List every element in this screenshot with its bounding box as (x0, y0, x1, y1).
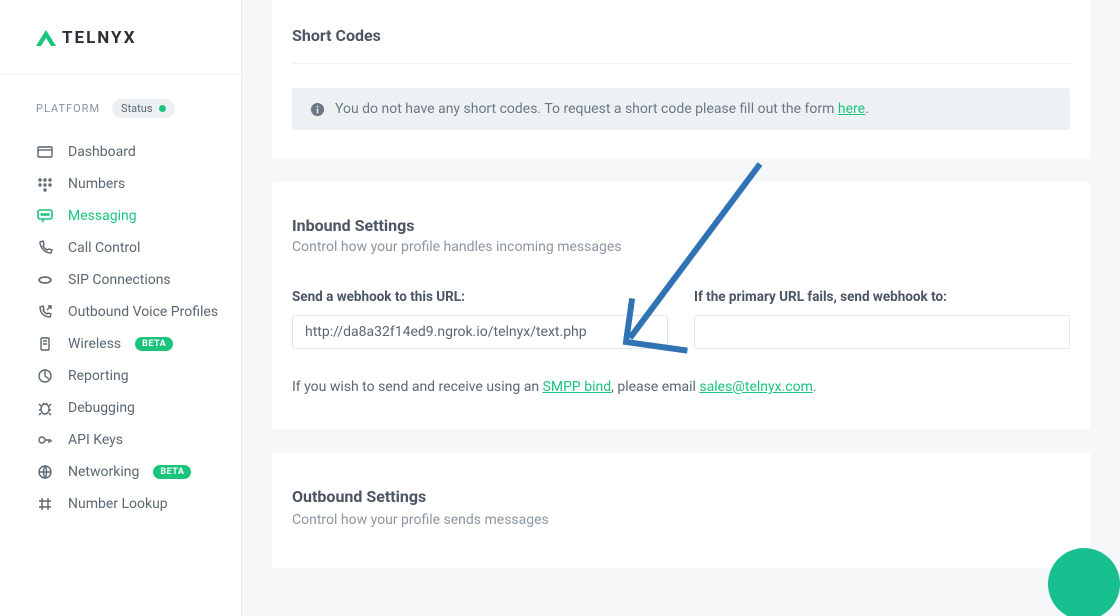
sidebar-item-label: API Keys (68, 432, 123, 448)
debugging-icon (36, 400, 54, 416)
beta-badge: BETA (135, 337, 173, 351)
smpp-prefix: If you wish to send and receive using an (292, 379, 543, 395)
webhook-primary-col: Send a webhook to this URL: (292, 289, 668, 349)
webhook-failover-col: If the primary URL fails, send webhook t… (694, 289, 1070, 349)
sidebar: TELNYX PLATFORM Status Dashboard Numbers… (0, 0, 242, 616)
reporting-icon (36, 368, 54, 384)
sidebar-item-sip-connections[interactable]: SIP Connections (0, 264, 241, 296)
sidebar-item-label: Dashboard (68, 144, 136, 160)
status-label: Status (121, 102, 152, 115)
failover-label: If the primary URL fails, send webhook t… (694, 289, 1070, 305)
sidebar-item-outbound-voice[interactable]: Outbound Voice Profiles (0, 296, 241, 328)
sidebar-item-dashboard[interactable]: Dashboard (0, 136, 241, 168)
brand-logo[interactable]: TELNYX (36, 28, 241, 48)
brand-name: TELNYX (62, 28, 136, 48)
sidebar-item-label: Numbers (68, 176, 125, 192)
sidebar-item-label: Outbound Voice Profiles (68, 304, 218, 320)
wireless-icon (36, 336, 54, 352)
smpp-note: If you wish to send and receive using an… (292, 379, 1070, 395)
sidebar-item-label: Networking (68, 464, 139, 480)
short-codes-card: Short Codes You do not have any short co… (272, 0, 1090, 158)
notice-text: You do not have any short codes. To requ… (335, 101, 869, 117)
sip-icon (36, 272, 54, 288)
smpp-email-link[interactable]: sales@telnyx.com (699, 379, 812, 395)
sidebar-item-numbers[interactable]: Numbers (0, 168, 241, 200)
failover-url-input[interactable] (694, 315, 1070, 349)
sidebar-item-number-lookup[interactable]: Number Lookup (0, 488, 241, 520)
numbers-icon (36, 176, 54, 192)
status-dot-icon (159, 105, 166, 112)
webhook-label: Send a webhook to this URL: (292, 289, 668, 305)
sidebar-item-reporting[interactable]: Reporting (0, 360, 241, 392)
outbound-subhead: Control how your profile sends messages (292, 512, 1070, 528)
main-content: Short Codes You do not have any short co… (242, 0, 1120, 616)
smpp-mid: , please email (611, 379, 699, 395)
status-pill[interactable]: Status (112, 99, 174, 118)
sidebar-item-label: Wireless (68, 336, 121, 352)
sidebar-item-api-keys[interactable]: API Keys (0, 424, 241, 456)
platform-label: PLATFORM (36, 102, 100, 115)
platform-section-header: PLATFORM Status (0, 75, 241, 132)
sidebar-item-networking[interactable]: Networking BETA (0, 456, 241, 488)
webhook-form-row: Send a webhook to this URL: If the prima… (292, 289, 1070, 349)
sidebar-item-wireless[interactable]: Wireless BETA (0, 328, 241, 360)
outbound-settings-card: Outbound Settings Control how your profi… (272, 453, 1090, 568)
smpp-suffix: . (813, 379, 817, 395)
short-codes-notice: You do not have any short codes. To requ… (292, 88, 1070, 130)
api-keys-icon (36, 432, 54, 448)
dashboard-icon (36, 144, 54, 160)
notice-prefix: You do not have any short codes. To requ… (335, 101, 838, 117)
sidebar-nav: Dashboard Numbers Messaging Call Control… (0, 132, 241, 520)
info-icon (310, 102, 325, 117)
sidebar-item-label: Call Control (68, 240, 140, 256)
sidebar-item-label: Number Lookup (68, 496, 168, 512)
messaging-icon (36, 208, 54, 224)
outbound-title: Outbound Settings (292, 487, 1070, 506)
inbound-subhead: Control how your profile handles incomin… (292, 239, 1070, 255)
inbound-title: Inbound Settings (292, 216, 1070, 235)
notice-link[interactable]: here (838, 101, 865, 117)
networking-icon (36, 464, 54, 480)
notice-suffix: . (865, 101, 869, 117)
inbound-settings-card: Inbound Settings Control how your profil… (272, 182, 1090, 429)
number-lookup-icon (36, 496, 54, 512)
sidebar-item-label: SIP Connections (68, 272, 171, 288)
support-fab[interactable] (1048, 548, 1120, 616)
outbound-voice-icon (36, 304, 54, 320)
webhook-url-input[interactable] (292, 315, 668, 349)
sidebar-item-messaging[interactable]: Messaging (0, 200, 241, 232)
sidebar-item-label: Debugging (68, 400, 135, 416)
call-control-icon (36, 240, 54, 256)
smpp-bind-link[interactable]: SMPP bind (543, 379, 612, 395)
logo-area: TELNYX (0, 0, 241, 75)
logo-icon (36, 30, 56, 46)
sidebar-item-debugging[interactable]: Debugging (0, 392, 241, 424)
short-codes-title: Short Codes (272, 26, 1090, 45)
sidebar-item-label: Reporting (68, 368, 129, 384)
beta-badge: BETA (153, 465, 191, 479)
sidebar-item-call-control[interactable]: Call Control (0, 232, 241, 264)
sidebar-item-label: Messaging (68, 208, 137, 224)
